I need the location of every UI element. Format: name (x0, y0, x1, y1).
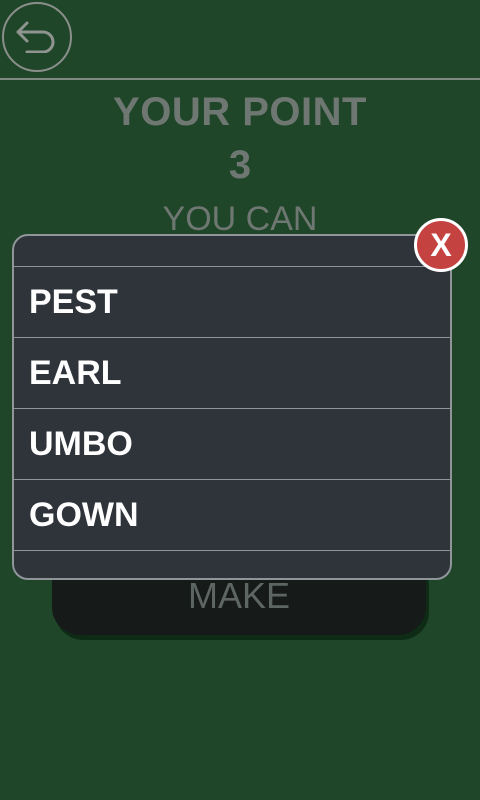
top-bar (0, 0, 480, 78)
word-item[interactable]: PEST (14, 267, 450, 338)
score-value: 3 (228, 143, 252, 187)
make-button-label: MAKE (187, 575, 291, 616)
close-button[interactable]: X (414, 218, 468, 272)
header-divider (0, 78, 480, 80)
dialog-header (14, 236, 450, 267)
word-item[interactable]: EARL (14, 338, 450, 409)
back-arrow-icon (13, 17, 61, 58)
word-item[interactable]: UMBO (14, 409, 450, 480)
words-dialog: PEST EARL UMBO GOWN (12, 234, 452, 580)
word-item[interactable]: GOWN (14, 480, 450, 551)
score-title: YOUR POINT (113, 90, 367, 134)
back-button[interactable] (2, 2, 72, 72)
